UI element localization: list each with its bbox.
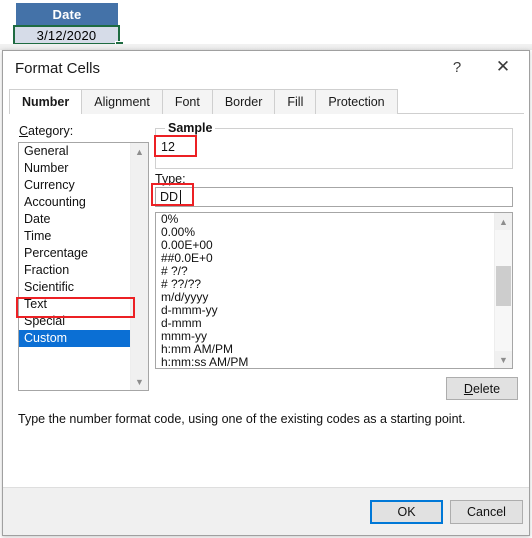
- text-caret: [180, 190, 181, 204]
- dialog-footer: OK Cancel: [3, 487, 529, 535]
- category-item-general[interactable]: General: [19, 143, 132, 160]
- type-label-rest: ype:: [161, 172, 186, 186]
- hint-text: Type the number format code, using one o…: [18, 412, 466, 426]
- category-scrollbar[interactable]: ▲ ▼: [130, 143, 148, 390]
- dialog-tabstrip: Number Alignment Font Border Fill Protec…: [9, 89, 524, 115]
- category-item-number[interactable]: Number: [19, 160, 132, 177]
- spreadsheet-strip: Date 3/12/2020: [0, 0, 532, 50]
- type-item-3[interactable]: ##0.0E+0: [156, 252, 495, 265]
- type-input[interactable]: [155, 187, 513, 207]
- scroll-up-icon[interactable]: ▲: [131, 143, 148, 160]
- category-item-text[interactable]: Text: [19, 296, 132, 313]
- category-list: General Number Currency Accounting Date …: [19, 143, 132, 347]
- type-label: Type:: [155, 172, 186, 186]
- sample-group-title: Sample: [165, 121, 216, 135]
- dialog-body: Category: General Number Currency Accoun…: [3, 114, 529, 471]
- tab-number[interactable]: Number: [9, 89, 83, 115]
- category-item-percentage[interactable]: Percentage: [19, 245, 132, 262]
- scroll-down-icon[interactable]: ▼: [495, 351, 512, 368]
- sample-value: 12: [161, 140, 175, 154]
- category-item-scientific[interactable]: Scientific: [19, 279, 132, 296]
- help-icon[interactable]: ?: [435, 51, 479, 83]
- type-item-11[interactable]: h:mm:ss AM/PM: [156, 356, 495, 369]
- category-listbox[interactable]: General Number Currency Accounting Date …: [18, 142, 149, 391]
- tab-alignment[interactable]: Alignment: [81, 89, 163, 114]
- ok-button[interactable]: OK: [370, 500, 443, 524]
- category-item-custom[interactable]: Custom: [19, 330, 132, 347]
- format-cells-dialog: Format Cells ? ✕ Number Alignment Font B…: [2, 50, 530, 536]
- delete-button[interactable]: Delete: [446, 377, 518, 400]
- delete-button-label: Delete: [463, 381, 501, 396]
- category-item-time[interactable]: Time: [19, 228, 132, 245]
- dialog-title: Format Cells: [15, 60, 101, 77]
- type-list: 0% 0.00% 0.00E+00 ##0.0E+0 # ?/? # ??/??…: [156, 213, 495, 369]
- category-item-date[interactable]: Date: [19, 211, 132, 228]
- category-item-special[interactable]: Special: [19, 313, 132, 330]
- category-item-currency[interactable]: Currency: [19, 177, 132, 194]
- tab-font[interactable]: Font: [161, 89, 213, 114]
- screen-root: Date 3/12/2020 Format Cells ? ✕ Number A…: [0, 0, 532, 538]
- type-listbox[interactable]: 0% 0.00% 0.00E+00 ##0.0E+0 # ?/? # ??/??…: [155, 212, 513, 369]
- spreadsheet-selected-cell[interactable]: 3/12/2020: [13, 25, 120, 45]
- tab-border[interactable]: Border: [211, 89, 276, 114]
- scroll-down-icon[interactable]: ▼: [131, 373, 148, 390]
- tab-fill[interactable]: Fill: [274, 89, 317, 114]
- category-item-accounting[interactable]: Accounting: [19, 194, 132, 211]
- close-icon[interactable]: ✕: [481, 51, 525, 83]
- scrollbar-thumb[interactable]: [496, 266, 511, 306]
- type-scrollbar[interactable]: ▲ ▼: [494, 213, 512, 368]
- spreadsheet-column-header[interactable]: Date: [16, 3, 118, 25]
- category-label-rest: ategory:: [28, 124, 74, 138]
- cancel-button[interactable]: Cancel: [450, 500, 523, 524]
- tab-protection[interactable]: Protection: [315, 89, 398, 114]
- type-item-7[interactable]: d-mmm-yy: [156, 304, 495, 317]
- type-item-4[interactable]: # ?/?: [156, 265, 495, 278]
- scroll-up-icon[interactable]: ▲: [495, 213, 512, 230]
- category-item-fraction[interactable]: Fraction: [19, 262, 132, 279]
- category-label: Category:: [19, 124, 74, 138]
- dialog-titlebar: Format Cells ? ✕: [3, 51, 529, 88]
- type-item-0[interactable]: 0%: [156, 213, 495, 226]
